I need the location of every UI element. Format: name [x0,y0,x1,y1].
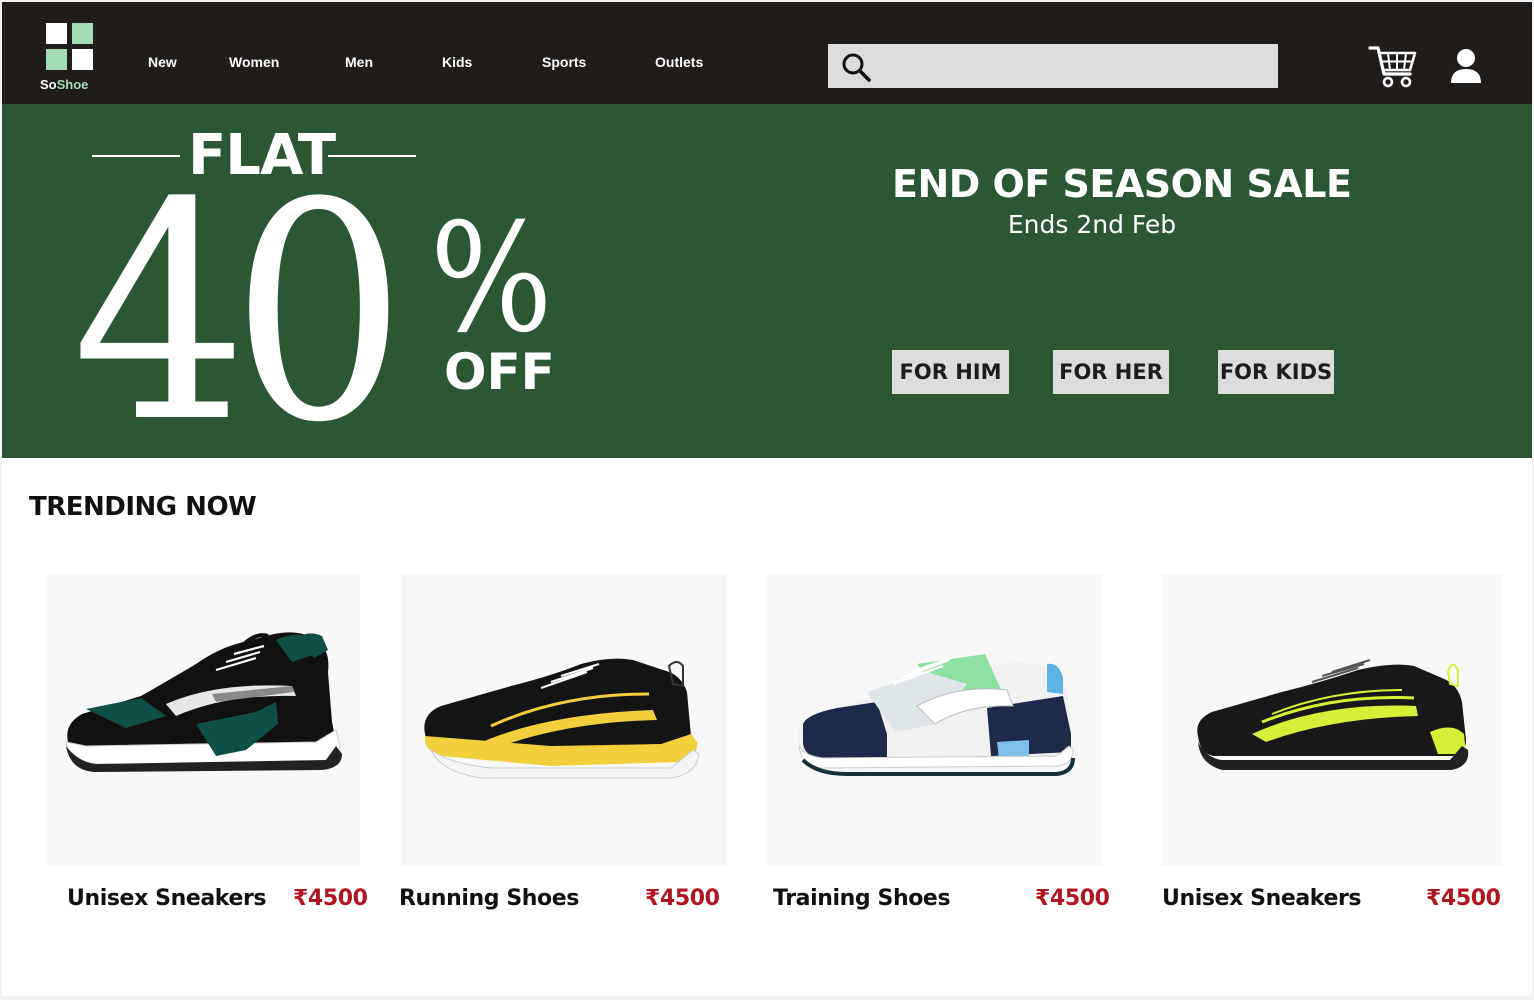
product-price: ₹4500 [1035,886,1110,911]
product-image[interactable] [1162,574,1502,866]
product-image[interactable] [767,574,1102,866]
sale-title: END OF SEASON SALE [892,162,1352,206]
sale-banner: FLAT 40 % OFF END OF SEASON SALE Ends 2n… [2,104,1532,458]
section-title: TRENDING NOW [29,492,257,522]
brand-logo[interactable]: SoShoe [40,20,100,96]
logo-grid-icon [46,23,94,71]
for-him-button[interactable]: FOR HIM [892,350,1009,394]
nav-link-sports[interactable]: Sports [542,54,586,70]
nav-link-new[interactable]: New [148,54,177,70]
product-name[interactable]: Unisex Sneakers [67,886,267,911]
product-price: ₹4500 [1426,886,1501,911]
off-label: OFF [444,343,555,401]
user-icon[interactable] [1450,48,1482,84]
search-input[interactable] [828,44,1278,88]
page-frame: SoShoe New Women Men Kids Sports Outlets [2,2,1532,996]
sneaker-image [1197,659,1469,770]
sneaker-image [424,658,700,779]
brand-name: SoShoe [40,77,89,92]
product-name[interactable]: Training Shoes [773,886,951,911]
nav-link-women[interactable]: Women [229,54,279,70]
for-her-button[interactable]: FOR HER [1053,350,1169,394]
product-price: ₹4500 [293,886,368,911]
nav-link-outlets[interactable]: Outlets [655,54,703,70]
sneaker-image [798,654,1075,776]
for-kids-button[interactable]: FOR KIDS [1218,350,1334,394]
percent-sign: % [430,192,553,366]
sale-end-date: Ends 2nd Feb [1007,210,1177,239]
product-name[interactable]: Running Shoes [399,886,579,911]
sneaker-image [65,632,342,772]
nav-link-men[interactable]: Men [345,54,373,70]
top-nav-bar: SoShoe New Women Men Kids Sports Outlets [2,2,1532,104]
product-image[interactable] [401,574,727,866]
product-image[interactable] [46,574,360,866]
product-price: ₹4500 [645,886,720,911]
search-icon [842,53,871,82]
cart-icon[interactable] [1368,44,1418,90]
product-name[interactable]: Unisex Sneakers [1162,886,1362,911]
discount-number: 40 [72,139,407,459]
nav-link-kids[interactable]: Kids [442,54,472,70]
